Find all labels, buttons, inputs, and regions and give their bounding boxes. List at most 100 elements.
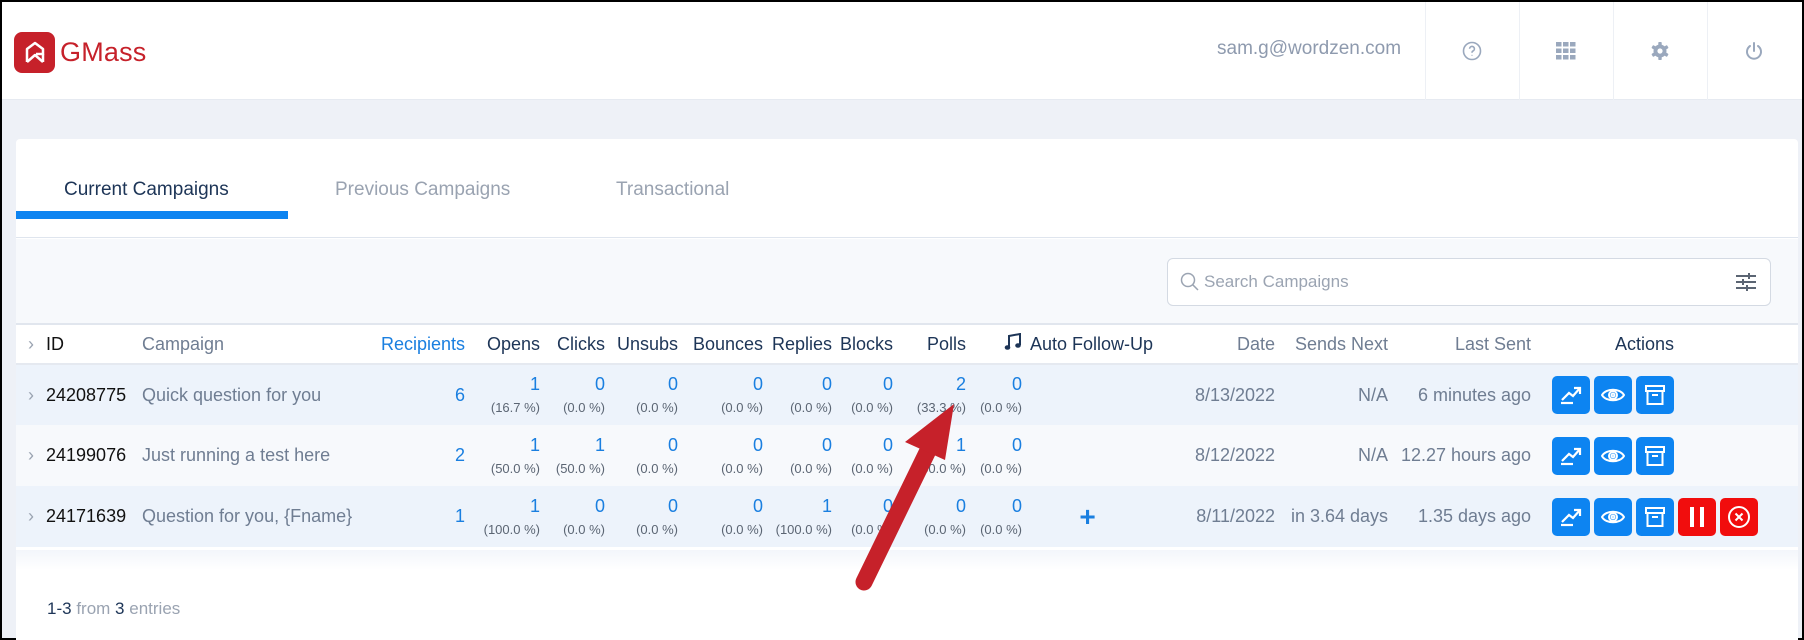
logout-button[interactable] <box>1707 2 1800 100</box>
table-bottom-band <box>16 550 1798 570</box>
expand-all-toggle[interactable]: › <box>16 326 46 364</box>
bounces-stat: 0 (0.0 %) <box>678 425 763 486</box>
unsubs-stat: 0 (0.0 %) <box>605 364 678 425</box>
entries-total: 3 <box>115 599 125 618</box>
campaign-name-link[interactable]: Just running a test here <box>142 425 368 486</box>
polls-percent: (0.0 %) <box>924 521 966 537</box>
eye-icon <box>1601 508 1626 526</box>
add-follow-up-icon[interactable]: + <box>1079 501 1095 532</box>
col-header-polls[interactable]: Polls <box>893 326 966 364</box>
replies-count-link[interactable]: 0 <box>763 373 832 395</box>
filter-sliders-icon[interactable] <box>1736 273 1756 291</box>
polls-count-link[interactable]: 2 <box>893 373 966 395</box>
clicks-count-link[interactable]: 1 <box>540 434 605 456</box>
unsubs-count-link[interactable]: 0 <box>605 434 678 456</box>
opens-percent: (100.0 %) <box>483 521 540 537</box>
table-row[interactable]: › 24171639 Question for you, {Fname} 1 1 (1… <box>16 486 1798 547</box>
col-header-last-sent[interactable]: Last Sent <box>1388 326 1531 364</box>
col-header-music[interactable] <box>966 326 1022 364</box>
blocks-count-link[interactable]: 0 <box>832 373 893 395</box>
opens-count-link[interactable]: 1 <box>465 434 540 456</box>
replies-count-link[interactable]: 0 <box>763 434 832 456</box>
col-header-opens[interactable]: Opens <box>465 326 540 364</box>
auto-follow-up-cell <box>1022 425 1153 486</box>
archive-button[interactable] <box>1636 376 1675 414</box>
unsubs-count-link[interactable]: 0 <box>605 495 678 517</box>
pause-button[interactable] <box>1678 497 1717 536</box>
music-count-link[interactable]: 0 <box>966 495 1022 517</box>
archive-box-icon <box>1644 384 1666 406</box>
chevron-right-icon: › <box>28 445 34 465</box>
col-header-auto-follow-up[interactable]: Auto Follow-Up <box>1022 326 1153 364</box>
unsubs-percent: (0.0 %) <box>636 400 678 415</box>
reports-chart-icon <box>1559 507 1583 527</box>
clicks-count-link[interactable]: 0 <box>540 373 605 395</box>
view-button[interactable] <box>1594 436 1633 475</box>
bounces-count-link[interactable]: 0 <box>678 373 763 395</box>
clicks-percent: (0.0 %) <box>563 400 605 415</box>
polls-count-link[interactable]: 1 <box>893 434 966 456</box>
col-header-clicks[interactable]: Clicks <box>540 326 605 364</box>
actions-cell <box>1531 486 1798 547</box>
expand-row-toggle[interactable]: › <box>16 486 46 547</box>
col-header-unsubs[interactable]: Unsubs <box>605 326 678 364</box>
cancel-button[interactable] <box>1720 497 1759 536</box>
col-header-bounces[interactable]: Bounces <box>678 326 763 364</box>
campaign-name-link[interactable]: Question for you, {Fname} <box>142 486 368 547</box>
campaigns-table: › ID Campaign Recipients Opens Clicks Un… <box>16 326 1798 547</box>
archive-button[interactable] <box>1636 436 1675 475</box>
col-header-replies[interactable]: Replies <box>763 326 832 364</box>
recipients-link[interactable]: 2 <box>368 425 465 486</box>
music-count-link[interactable]: 0 <box>966 373 1022 395</box>
col-header-id[interactable]: ID <box>46 326 142 364</box>
view-button[interactable] <box>1594 376 1633 414</box>
reports-button[interactable] <box>1552 497 1591 536</box>
tab-previous-campaigns[interactable]: Previous Campaigns <box>335 179 510 215</box>
music-count-link[interactable]: 0 <box>966 434 1022 456</box>
archive-button[interactable] <box>1636 497 1675 536</box>
bounces-count-link[interactable]: 0 <box>678 434 763 456</box>
col-header-sends-next[interactable]: Sends Next <box>1275 326 1388 364</box>
blocks-stat: 0 (0.0 %) <box>832 486 893 547</box>
campaign-date: 8/13/2022 <box>1194 384 1276 405</box>
campaign-name-link[interactable]: Quick question for you <box>142 364 368 425</box>
recipients-link[interactable]: 6 <box>368 364 465 425</box>
tab-transactional[interactable]: Transactional <box>616 179 729 215</box>
clicks-count-link[interactable]: 0 <box>540 495 605 517</box>
search-input[interactable] <box>1204 259 1704 305</box>
clicks-stat: 1 (50.0 %) <box>540 425 605 486</box>
table-row[interactable]: › 24208775 Quick question for you 6 1 (16.7… <box>16 364 1798 425</box>
expand-row-toggle[interactable]: › <box>16 364 46 425</box>
settings-button[interactable] <box>1613 2 1706 100</box>
replies-count-link[interactable]: 1 <box>763 495 832 517</box>
help-button[interactable] <box>1425 2 1518 100</box>
blocks-count-link[interactable]: 0 <box>832 434 893 456</box>
table-row[interactable]: › 24199076 Just running a test here 2 1 (50… <box>16 425 1798 486</box>
recipients-link[interactable]: 1 <box>368 486 465 547</box>
view-button[interactable] <box>1594 497 1633 536</box>
opens-percent: (16.7 %) <box>490 400 540 415</box>
bounces-count-link[interactable]: 0 <box>678 495 763 517</box>
actions-cell <box>1531 364 1798 425</box>
tab-current-campaigns[interactable]: Current Campaigns <box>64 179 229 215</box>
opens-count-link[interactable]: 1 <box>465 495 540 517</box>
active-tab-indicator <box>16 211 288 219</box>
expand-row-toggle[interactable]: › <box>16 425 46 486</box>
polls-count-link[interactable]: 0 <box>893 495 966 517</box>
col-header-blocks[interactable]: Blocks <box>832 326 893 364</box>
archive-box-icon <box>1644 445 1666 467</box>
unsubs-count-link[interactable]: 0 <box>605 373 678 395</box>
gmass-logo-icon <box>14 32 55 73</box>
col-header-campaign[interactable]: Campaign <box>142 326 368 364</box>
replies-percent: (0.0 %) <box>790 460 832 476</box>
user-email[interactable]: sam.g@wordzen.com <box>1217 38 1401 60</box>
gmass-logo[interactable]: GMass <box>14 32 147 73</box>
apps-button[interactable] <box>1519 2 1612 100</box>
reports-button[interactable] <box>1552 436 1591 475</box>
col-header-recipients[interactable]: Recipients <box>368 326 465 364</box>
blocks-count-link[interactable]: 0 <box>832 495 893 517</box>
reports-button[interactable] <box>1552 376 1591 414</box>
opens-count-link[interactable]: 1 <box>465 373 540 395</box>
search-icon <box>1180 272 1199 291</box>
col-header-date[interactable]: Date <box>1153 326 1275 364</box>
